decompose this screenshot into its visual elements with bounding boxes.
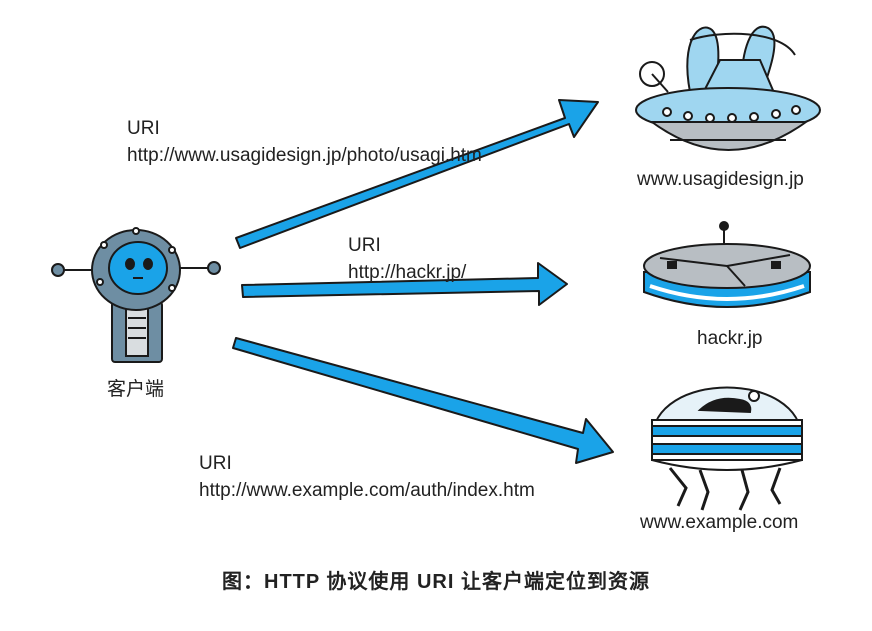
flying-saucer-icon <box>643 221 811 308</box>
dome-walker-icon <box>650 386 804 511</box>
uri-title: URI <box>199 453 232 474</box>
uri-title: URI <box>348 235 381 256</box>
host-label-usagidesign: www.usagidesign.jp <box>637 169 804 190</box>
host-label-hackr: hackr.jp <box>697 328 763 349</box>
uri-title: URI <box>127 118 160 139</box>
figure-caption: 图：HTTP 协议使用 URI 让客户端定位到资源 <box>222 571 650 593</box>
uri-value: http://www.usagidesign.jp/photo/usagi.ht… <box>127 145 482 166</box>
uri-label-usagidesign: URI http://www.usagidesign.jp/photo/usag… <box>127 115 482 169</box>
rabbit-ufo-icon <box>635 25 821 151</box>
uri-label-hackr: URI http://hackr.jp/ <box>348 232 466 286</box>
host-label-example: www.example.com <box>640 512 799 533</box>
client-label: 客户端 <box>107 379 165 400</box>
uri-label-example: URI http://www.example.com/auth/index.ht… <box>199 450 535 504</box>
uri-value: http://www.example.com/auth/index.htm <box>199 480 535 501</box>
uri-value: http://hackr.jp/ <box>348 262 467 283</box>
client-robot-icon <box>51 227 221 363</box>
diagram-canvas <box>51 25 821 511</box>
arrow-to-example <box>232 337 614 464</box>
